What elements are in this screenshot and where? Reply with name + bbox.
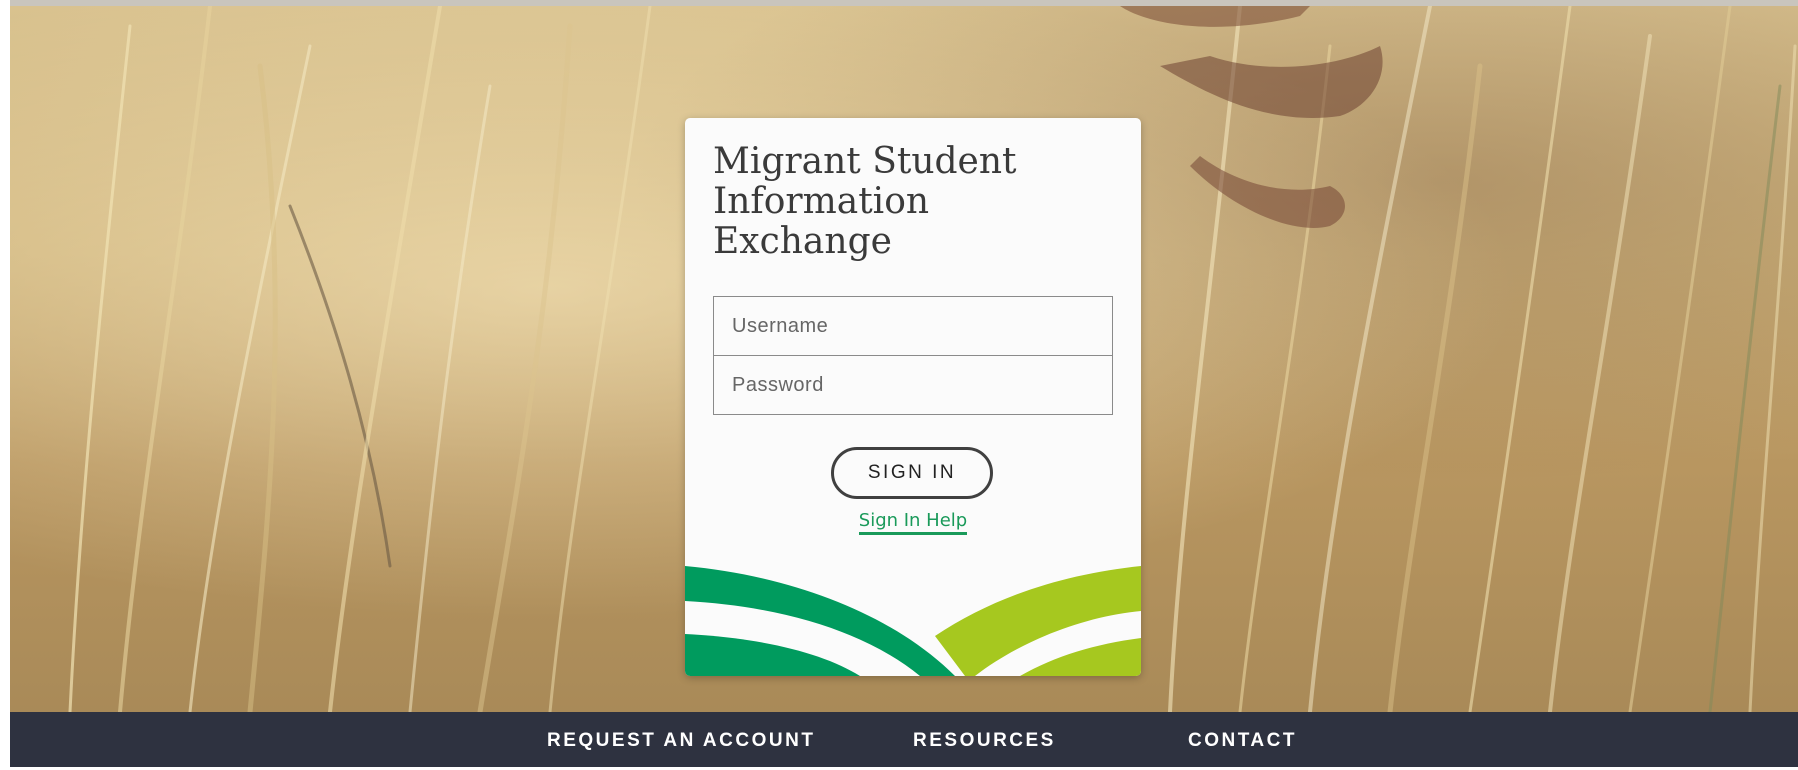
resources-link[interactable]: RESOURCES — [913, 712, 1056, 767]
sign-in-button[interactable]: SIGN IN — [831, 447, 993, 499]
footer-nav: REQUEST AN ACCOUNT RESOURCES CONTACT — [10, 712, 1798, 767]
password-input[interactable] — [713, 355, 1113, 415]
msix-logo-arcs — [685, 566, 1141, 676]
request-account-link[interactable]: REQUEST AN ACCOUNT — [547, 712, 815, 767]
sign-in-help-label: Sign In Help — [858, 510, 968, 535]
username-input[interactable] — [713, 296, 1113, 356]
sign-in-help-link[interactable]: Sign In Help — [685, 510, 1141, 535]
app-title: Migrant Student Information Exchange — [713, 141, 1017, 262]
contact-link[interactable]: CONTACT — [1188, 712, 1297, 767]
login-card: Migrant Student Information Exchange SIG… — [685, 118, 1141, 676]
left-rule — [0, 0, 10, 767]
